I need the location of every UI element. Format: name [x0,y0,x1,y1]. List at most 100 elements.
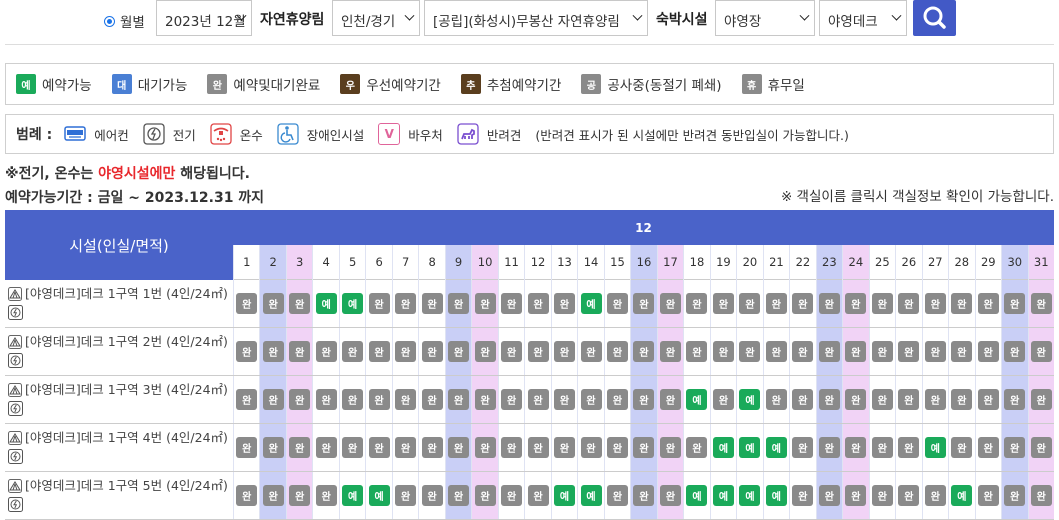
booked-badge: 완 [1004,437,1026,458]
month-header: 12 [233,210,1054,245]
legend-label: 예약가능 [42,78,92,94]
available-badge[interactable]: 예 [342,293,364,314]
month-select[interactable]: 2023년 12월 [156,0,252,36]
booked-badge: 완 [368,389,390,410]
booked-badge: 완 [395,293,417,314]
search-button[interactable] [913,0,956,36]
calendar-cell: 완 [815,376,843,424]
available-badge[interactable]: 예 [368,485,390,506]
booked-badge: 완 [951,437,973,458]
booked-badge: 완 [924,389,946,410]
available-badge[interactable]: 예 [765,485,787,506]
facility-name[interactable]: [야영데크]데크 1구역 4번 (4인/24㎡) [25,427,228,446]
booked-badge: 완 [554,293,576,314]
monthly-radio-label: 월별 [120,15,145,31]
calendar-cell: 완 [895,424,922,472]
available-badge[interactable]: 예 [712,485,734,506]
day-header: 16 [631,245,657,280]
facility-row[interactable]: [야영데크]데크 1구역 5번 (4인/24㎡) [5,472,233,520]
calendar-cell: 완 [974,376,1002,424]
available-badge[interactable]: 예 [342,485,364,506]
lodging-subtype-select[interactable]: 야영데크 [819,0,907,36]
day-header: 14 [578,245,604,280]
booked-badge: 완 [951,389,973,410]
calendar-cell: 완 [391,376,419,424]
booked-badge: 완 [262,341,284,362]
available-badge[interactable]: 예 [739,437,761,458]
available-badge[interactable]: 예 [580,293,602,314]
calendar-cell: 완 [842,472,869,520]
radio-selected-icon [104,15,115,27]
booked-badge: 완 [977,485,999,506]
legend-label: 추첨예약기간 [486,78,562,94]
day-header: 7 [392,245,419,280]
available-badge[interactable]: 예 [580,485,602,506]
booked-badge: 완 [659,485,681,506]
booked-badge: 완 [315,341,337,362]
facility-row[interactable]: [야영데크]데크 1구역 1번 (4인/24㎡) [5,280,233,328]
calendar-cell: 완 [630,328,657,376]
booked-badge: 완 [898,485,920,506]
booked-badge: 완 [659,389,681,410]
available-badge[interactable]: 예 [686,389,708,410]
calendar-cell: 완 [948,376,975,424]
booked-badge: 완 [712,389,734,410]
booked-badge: 완 [633,341,655,362]
available-badge[interactable]: 예 [554,485,576,506]
available-badge[interactable]: 예 [739,485,761,506]
chevron-down-icon [799,10,810,21]
search-bar: 월별 2023년 12월 자연휴양림 인천/경기 [공립](화성시)무봉산 자연… [0,0,1059,42]
booked-badge: 완 [659,293,681,314]
day-header: 23 [816,245,843,280]
booked-badge: 완 [712,341,734,362]
facility-row[interactable]: [야영데크]데크 1구역 3번 (4인/24㎡) [5,376,233,424]
forest-select[interactable]: [공립](화성시)무봉산 자연휴양림 [424,0,648,36]
facility-name[interactable]: [야영데크]데크 1구역 3번 (4인/24㎡) [25,379,228,398]
legend-label: 에어컨 [94,127,129,143]
booked-badge: 완 [1004,389,1026,410]
booked-badge: 완 [501,389,523,410]
booked-badge: 완 [395,437,417,458]
calendar-cell: 완 [948,424,975,472]
available-badge[interactable]: 예 [315,293,337,314]
available-badge[interactable]: 예 [924,437,946,458]
available-badge[interactable]: 예 [951,485,973,506]
day-header: 3 [286,245,313,280]
booked-badge: 완 [898,341,920,362]
booked-badge: 완 [977,293,999,314]
legend-voucher: V 바우처 [378,123,443,145]
facility-name[interactable]: [야영데크]데크 1구역 5번 (4인/24㎡) [25,475,228,494]
tent-icon [8,479,22,493]
region-select[interactable]: 인천/경기 [332,0,420,36]
booked-badge: 완 [607,485,628,506]
booked-badge: 완 [898,293,920,314]
calendar-cell: 완 [550,424,578,472]
available-badge[interactable]: 예 [686,485,708,506]
booked-badge: 완 [633,485,655,506]
calendar-cell: 완 [418,328,445,376]
booked-badge: 완 [1030,341,1052,362]
calendar-cell: 완 [948,280,975,328]
booked-badge: 완 [633,293,655,314]
booked-badge: 완 [686,437,708,458]
available-badge[interactable]: 예 [765,437,787,458]
booked-badge: 완 [845,293,867,314]
lodging-type-select[interactable]: 야영장 [715,0,815,36]
facility-row[interactable]: [야영데크]데크 1구역 4번 (4인/24㎡) [5,424,233,472]
calendar-cell: 완 [895,376,922,424]
calendar-cell: 완 [418,424,445,472]
calendar-cell: 완 [921,280,949,328]
facility-name[interactable]: [야영데크]데크 1구역 1번 (4인/24㎡) [25,283,228,302]
monthly-radio[interactable]: 월별 [104,11,145,31]
calendar-cell: 완 [736,280,763,328]
calendar-cell: 예 [736,472,763,520]
facility-name[interactable]: [야영데크]데크 1구역 2번 (4인/24㎡) [25,331,228,350]
booked-badge: 완 [342,437,364,458]
booked-badge: 완 [977,437,999,458]
available-badge[interactable]: 예 [739,389,761,410]
calendar-cell: 완 [815,424,843,472]
available-badge[interactable]: 예 [712,437,734,458]
facility-row[interactable]: [야영데크]데크 1구역 2번 (4인/24㎡) [5,328,233,376]
calendar-cell: 완 [524,424,551,472]
tent-icon [8,287,22,301]
